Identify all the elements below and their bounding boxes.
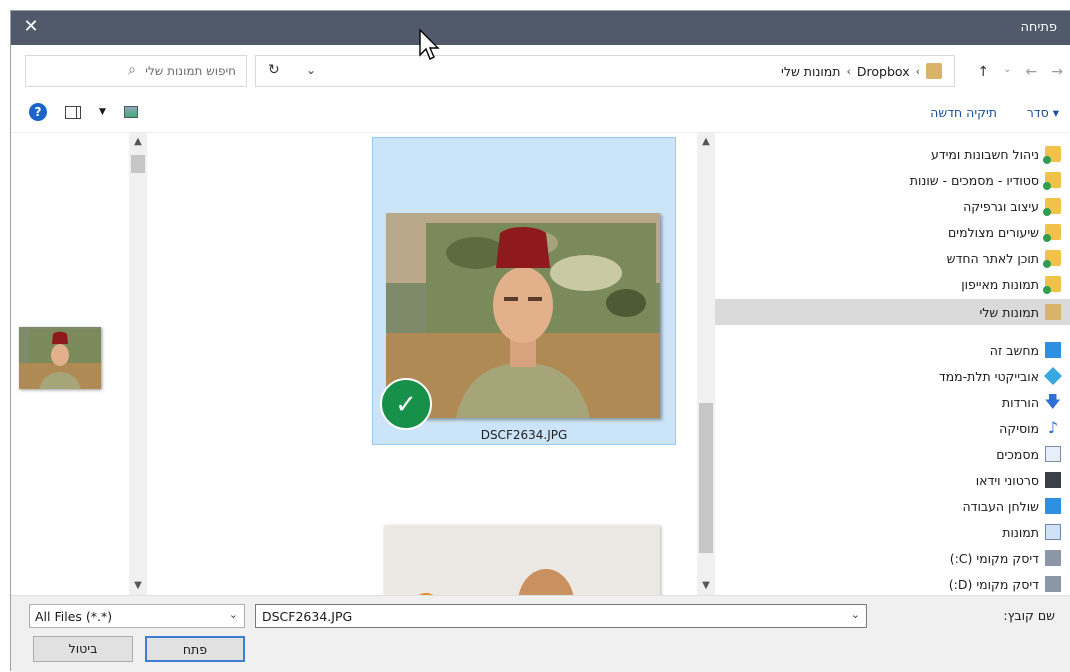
downloads-icon: 🡇 — [1044, 392, 1061, 411]
music-icon: ♪ — [1047, 418, 1059, 437]
filename-input[interactable]: DSCF2634.JPG ⌄ — [255, 604, 867, 628]
nav-item-studio[interactable]: סטודיו - מסמכים - שונות — [711, 167, 1070, 193]
drive-icon — [1045, 576, 1061, 592]
navigation-pane: ניהול חשבונות ומידע סטודיו - מסמכים - שו… — [711, 133, 1070, 595]
file-type-value: All Files (*.*) — [35, 609, 113, 624]
folder-sync-icon — [1043, 146, 1061, 164]
new-folder-button[interactable]: תיקיה חדשה — [930, 105, 997, 120]
title-bar: ✕ פתיחה — [11, 11, 1070, 45]
change-view-icon[interactable] — [123, 106, 138, 118]
file-name: DSCF2634.JPG — [480, 428, 568, 442]
image-thumbnail — [386, 213, 660, 418]
nav-buttons: → ← ⌄ ↑ — [977, 64, 1063, 80]
nav-item-downloads[interactable]: 🡇 הורדות — [711, 389, 1070, 415]
pictures-icon — [1045, 524, 1061, 540]
scroll-down-icon[interactable]: ▼ — [697, 577, 715, 595]
chevron-down-icon[interactable]: ⌄ — [851, 608, 860, 621]
nav-item-documents[interactable]: מסמכים — [711, 441, 1070, 467]
close-button[interactable]: ✕ — [21, 16, 41, 37]
photo-man-fez — [386, 213, 660, 418]
file-tile[interactable]: ✓ DSCF2634.JPG — [372, 137, 676, 445]
open-button[interactable]: פתח — [145, 636, 245, 662]
drive-icon — [1045, 550, 1061, 566]
chevron-left-icon[interactable]: › — [916, 65, 920, 78]
nav-item-lessons[interactable]: שיעורים מצולמים — [711, 219, 1070, 245]
user-folder-icon — [926, 63, 942, 79]
scrollbar-thumb[interactable] — [699, 403, 713, 553]
image-thumbnail[interactable] — [384, 525, 660, 595]
address-row: → ← ⌄ ↑ › Dropbox › תמונות שלי ⌄ ↻ ⌕ חיפ… — [11, 45, 1070, 97]
organize-button[interactable]: סדר ▾ — [1027, 105, 1059, 120]
photo-partial — [384, 525, 660, 595]
nav-item-iphone-pictures[interactable]: תמונות מאייפון — [711, 271, 1070, 297]
breadcrumb: › Dropbox › תמונות שלי — [781, 63, 942, 79]
3d-objects-icon — [1043, 366, 1063, 386]
file-type-select[interactable]: All Files (*.*) ⌄ — [29, 604, 245, 628]
bottom-bar: שם קובץ: DSCF2634.JPG ⌄ All Files (*.*) … — [11, 595, 1070, 672]
command-bar: סדר ▾ תיקיה חדשה ? ▼ — [11, 97, 1070, 133]
photo-preview — [19, 327, 101, 389]
window-title: פתיחה — [1020, 20, 1057, 35]
preview-pane — [11, 133, 151, 595]
nav-item-my-pictures[interactable]: תמונות שלי — [711, 299, 1070, 325]
nav-item-videos[interactable]: סרטוני וידאו — [711, 467, 1070, 493]
breadcrumb-dropbox[interactable]: Dropbox — [857, 64, 910, 79]
folder-sync-icon — [1043, 198, 1061, 216]
back-arrow-icon[interactable]: ← — [1026, 64, 1038, 80]
mouse-cursor-icon — [419, 29, 440, 60]
folder-sync-icon — [1043, 172, 1061, 190]
videos-icon — [1045, 472, 1061, 488]
nav-item-drive-c[interactable]: דיסק מקומי (C:) — [711, 545, 1070, 571]
open-file-dialog: ✕ פתיחה → ← ⌄ ↑ › Dropbox › תמונות שלי ⌄… — [10, 10, 1070, 672]
search-placeholder: חיפוש תמונות שלי — [145, 64, 236, 78]
file-list: ✓ DSCF2634.JPG — [151, 133, 695, 595]
nav-item-design[interactable]: עיצוב וגרפיקה — [711, 193, 1070, 219]
nav-item-desktop[interactable]: שולחן העבודה — [711, 493, 1070, 519]
view-options-chevron-icon[interactable]: ▼ — [99, 107, 106, 117]
scroll-up-icon[interactable]: ▲ — [697, 133, 715, 151]
content-scrollbar[interactable]: ▲ ▼ — [697, 133, 715, 595]
nav-item-drive-d[interactable]: דיסק מקומי (D:) — [711, 571, 1070, 595]
documents-icon — [1045, 446, 1061, 462]
filename-value: DSCF2634.JPG — [262, 609, 353, 624]
filename-label: שם קובץ: — [1003, 608, 1055, 623]
user-folder-icon — [1045, 304, 1061, 320]
nav-item-accounts[interactable]: ניהול חשבונות ומידע — [711, 141, 1070, 167]
preview-image — [19, 327, 101, 389]
chevron-down-icon[interactable]: ⌄ — [229, 608, 238, 621]
nav-item-site-content[interactable]: תוכן לאתר החדש — [711, 245, 1070, 271]
nav-item-music[interactable]: ♪ מוסיקה — [711, 415, 1070, 441]
search-icon: ⌕ — [128, 62, 136, 78]
up-arrow-icon[interactable]: ↑ — [977, 64, 989, 80]
help-icon[interactable]: ? — [29, 103, 47, 121]
address-bar[interactable]: › Dropbox › תמונות שלי ⌄ ↻ — [255, 55, 955, 87]
preview-pane-icon[interactable] — [65, 105, 81, 119]
nav-item-pictures[interactable]: תמונות — [711, 519, 1070, 545]
computer-icon — [1045, 342, 1061, 358]
folder-sync-icon — [1043, 276, 1061, 294]
recent-locations-icon[interactable]: ⌄ — [1003, 64, 1011, 80]
view-controls: ? ▼ — [29, 103, 138, 121]
desktop-icon — [1045, 498, 1061, 514]
cancel-button[interactable]: ביטול — [33, 636, 133, 662]
refresh-icon[interactable]: ↻ — [268, 62, 280, 78]
chevron-down-icon[interactable]: ⌄ — [306, 63, 316, 77]
nav-item-this-pc[interactable]: מחשב זה — [711, 337, 1070, 363]
folder-sync-icon — [1043, 250, 1061, 268]
breadcrumb-my-pictures[interactable]: תמונות שלי — [781, 64, 840, 79]
search-input[interactable]: ⌕ חיפוש תמונות שלי — [25, 55, 247, 87]
chevron-left-icon[interactable]: › — [847, 65, 851, 78]
forward-arrow-icon[interactable]: → — [1051, 64, 1063, 80]
checkmark-icon: ✓ — [380, 378, 432, 430]
nav-item-3d-objects[interactable]: אובייקטי תלת-ממד — [711, 363, 1070, 389]
folder-sync-icon — [1043, 224, 1061, 242]
